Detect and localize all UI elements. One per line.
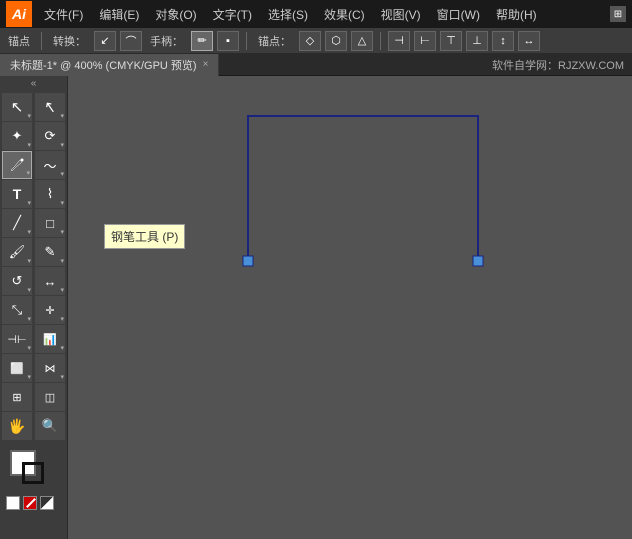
toolbox-collapse[interactable]: « [0, 76, 67, 91]
menu-bar: 文件(F) 编辑(E) 对象(O) 文字(T) 选择(S) 效果(C) 视图(V… [36, 4, 610, 25]
distribute-btn1[interactable]: ↕ [492, 31, 514, 51]
toolbar1: 锚点 转换： ↙ ⌒ 手柄： ✏ ▪ 锚点： ◇ ⬡ △ ⊣ ⊢ ⊤ ⊥ ↕ ↔ [0, 28, 632, 54]
menu-effect[interactable]: 效果(C) [316, 4, 373, 25]
line-tool-btn[interactable]: ╱ ▾ [2, 209, 32, 237]
mesh-tool-btn[interactable]: ⊞ [2, 383, 32, 411]
red-slash-swatch[interactable] [23, 496, 37, 510]
anchor2-label: 锚点： [254, 33, 295, 49]
handle-type-btn1[interactable]: ✏ [191, 31, 213, 51]
corner-convert-btn[interactable]: ↙ [94, 31, 116, 51]
gradient-tool-btn[interactable]: ◫ [35, 383, 65, 411]
menu-select[interactable]: 选择(S) [260, 4, 316, 25]
tab-title: 未标题-1* @ 400% (CMYK/GPU 预览) [10, 57, 197, 73]
menu-file[interactable]: 文件(F) [36, 4, 91, 25]
handle-label: 手柄： [146, 33, 187, 49]
app-logo: Ai [6, 1, 32, 27]
none-swatch[interactable] [6, 496, 20, 510]
transform-label: 转换： [49, 33, 90, 49]
anchor-btn3[interactable]: △ [351, 31, 373, 51]
menu-window[interactable]: 窗口(W) [429, 4, 488, 25]
shape-tool-btn[interactable]: □ ▾ [35, 209, 65, 237]
menu-help[interactable]: 帮助(H) [488, 4, 545, 25]
path-svg [238, 106, 488, 266]
align-top-btn[interactable]: ⊤ [440, 31, 462, 51]
document-tab[interactable]: 未标题-1* @ 400% (CMYK/GPU 预览) × [0, 54, 219, 76]
scale-tool-btn[interactable]: ⤡ ▾ [2, 296, 32, 324]
pen-icon [9, 157, 25, 173]
stroke-swatch[interactable] [22, 462, 44, 484]
artboard-tool-btn[interactable]: ⬜ ▾ [2, 354, 32, 382]
tab-close-btn[interactable]: × [203, 59, 209, 70]
hand-tool-btn[interactable]: 🖐 [2, 412, 32, 440]
arrange-btn[interactable]: ⊞ [610, 6, 626, 22]
tooltip-pen-tool: 钢笔工具 (P) [104, 224, 185, 249]
width-tool-btn[interactable]: ⊣⊢ ▾ [2, 325, 32, 353]
slice-tool-btn[interactable]: ⋈ ▾ [35, 354, 65, 382]
curvature-tool-btn[interactable]: 〜 ▾ [35, 151, 65, 179]
canvas-area: 钢笔工具 (P) [68, 76, 632, 539]
separator3 [380, 32, 381, 50]
menu-view[interactable]: 视图(V) [373, 4, 429, 25]
anchor-label: 锚点 [4, 33, 34, 49]
gradient-swatch[interactable] [40, 496, 54, 510]
path-drawing [238, 106, 488, 266]
selection-tool-btn[interactable]: ↖ ▾ [2, 93, 32, 121]
graph-tool-btn[interactable]: 📊 ▾ [35, 325, 65, 353]
type-tool-btn[interactable]: T ▾ [2, 180, 32, 208]
align-left-btn[interactable]: ⊣ [388, 31, 410, 51]
color-swatches [0, 442, 67, 514]
magic-wand-tool-btn[interactable]: ✦ ▾ [2, 122, 32, 150]
handle-type-btn2[interactable]: ▪ [217, 31, 239, 51]
vertical-type-btn[interactable]: ⌇ ▾ [35, 180, 65, 208]
zoom-tool-btn[interactable]: 🔍 [35, 412, 65, 440]
pen-tool-btn[interactable]: ▾ [2, 151, 32, 179]
rotate-tool-btn[interactable]: ↺ ▾ [2, 267, 32, 295]
menu-type[interactable]: 文字(T) [205, 4, 260, 25]
align-bottom-btn[interactable]: ⊥ [466, 31, 488, 51]
align-center-btn[interactable]: ⊢ [414, 31, 436, 51]
puppet-warp-btn[interactable]: ✛ ▾ [35, 296, 65, 324]
tool-grid: ↖ ▾ ↖ ▾ ✦ ▾ ⟳ ▾ ▾ [0, 91, 67, 442]
separator1 [41, 32, 42, 50]
anchor-btn1[interactable]: ◇ [299, 31, 321, 51]
site-info: 软件自学网：RJZXW.COM [492, 57, 632, 73]
separator2 [246, 32, 247, 50]
lasso-tool-btn[interactable]: ⟳ ▾ [35, 122, 65, 150]
distribute-btn2[interactable]: ↔ [518, 31, 540, 51]
menu-edit[interactable]: 编辑(E) [91, 4, 147, 25]
window-controls: ⊞ [610, 6, 626, 22]
menu-object[interactable]: 对象(O) [147, 4, 204, 25]
tab-bar: 未标题-1* @ 400% (CMYK/GPU 预览) × 软件自学网：RJZX… [0, 54, 632, 76]
title-bar: Ai 文件(F) 编辑(E) 对象(O) 文字(T) 选择(S) 效果(C) 视… [0, 0, 632, 28]
smooth-btn[interactable]: ⌒ [120, 31, 142, 51]
reflect-tool-btn[interactable]: ↔ ▾ [35, 267, 65, 295]
pencil-tool-btn[interactable]: ✎ ▾ [35, 238, 65, 266]
paintbrush-tool-btn[interactable]: 🖌 ▾ [2, 238, 32, 266]
toolbox: « ↖ ▾ ↖ ▾ ✦ ▾ ⟳ ▾ [0, 76, 68, 539]
anchor-btn2[interactable]: ⬡ [325, 31, 347, 51]
main-area: « ↖ ▾ ↖ ▾ ✦ ▾ ⟳ ▾ [0, 76, 632, 539]
direct-selection-tool-btn[interactable]: ↖ ▾ [35, 93, 65, 121]
